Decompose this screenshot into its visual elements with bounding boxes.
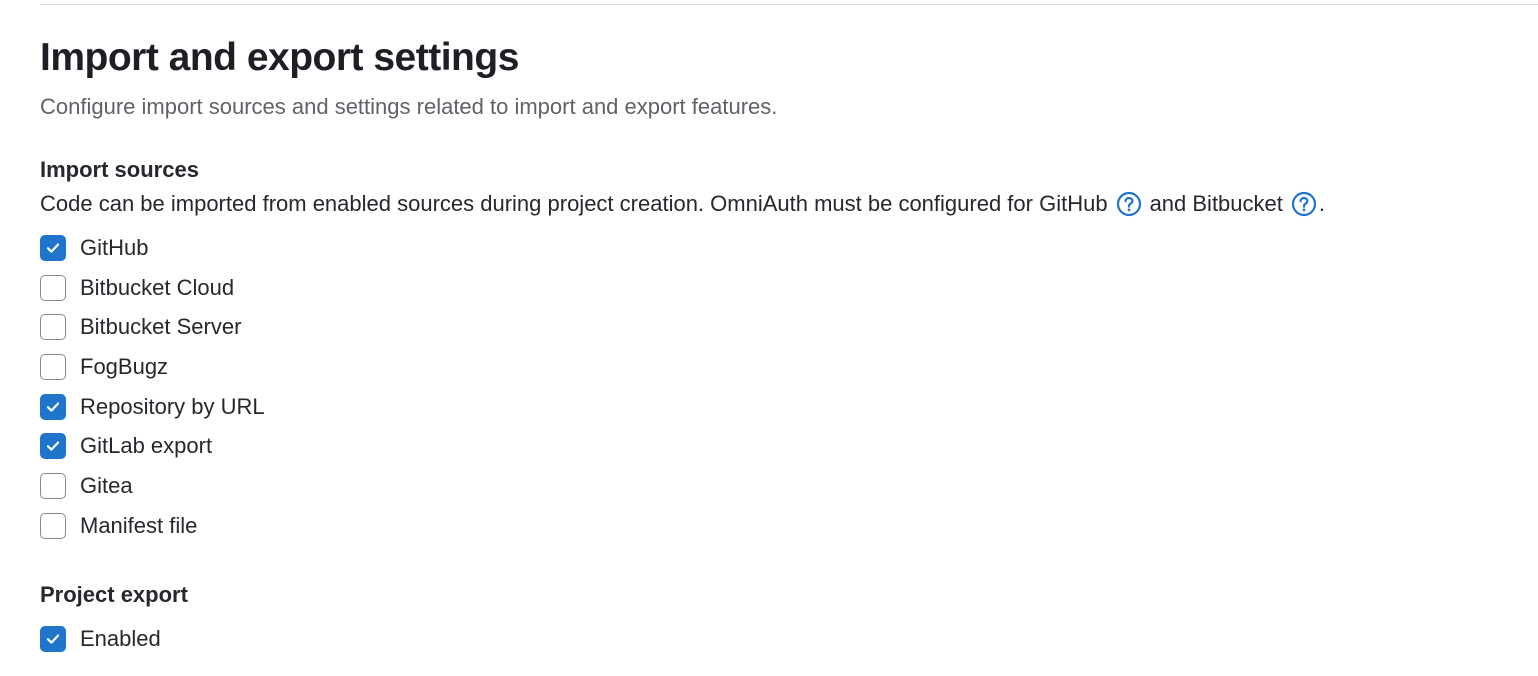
bitbucket-help-link[interactable] xyxy=(1291,191,1317,217)
bitbucket-server-checkbox[interactable] xyxy=(40,314,66,341)
check-icon xyxy=(46,243,60,253)
project-export-checkbox-list: Enabled xyxy=(40,619,161,659)
import-sources-description-middle: and Bitbucket xyxy=(1149,191,1283,216)
gitlab-export-checkbox-label: GitLab export xyxy=(80,433,213,459)
checkbox-row-bitbucket-server[interactable]: Bitbucket Server xyxy=(40,307,265,347)
bitbucket-cloud-checkbox[interactable] xyxy=(40,274,66,301)
check-icon xyxy=(46,634,60,644)
checkbox-row-gitlab-export[interactable]: GitLab export xyxy=(40,426,265,466)
repository-by-url-checkbox-label: Repository by URL xyxy=(80,393,265,419)
checkbox-row-project-export-enabled[interactable]: Enabled xyxy=(40,619,161,659)
check-icon xyxy=(46,402,60,412)
checkbox-row-bitbucket-cloud[interactable]: Bitbucket Cloud xyxy=(40,268,265,308)
fogbugz-checkbox[interactable] xyxy=(40,353,66,380)
manifest-file-checkbox[interactable] xyxy=(40,512,66,539)
question-circle-icon xyxy=(1291,191,1316,217)
question-circle-icon xyxy=(1116,191,1141,217)
repository-by-url-checkbox[interactable] xyxy=(40,393,66,420)
import-sources-description-suffix: . xyxy=(1318,191,1325,216)
section-divider xyxy=(40,4,1538,5)
checkbox-row-manifest-file[interactable]: Manifest file xyxy=(40,506,265,546)
checkbox-row-gitea[interactable]: Gitea xyxy=(40,466,265,506)
checkbox-row-github[interactable]: GitHub xyxy=(40,228,265,268)
page-description: Configure import sources and settings re… xyxy=(40,94,778,119)
github-checkbox[interactable] xyxy=(40,234,66,261)
github-checkbox-label: GitHub xyxy=(80,234,149,260)
import-sources-description-prefix: Code can be imported from enabled source… xyxy=(40,191,1108,216)
check-icon xyxy=(46,441,60,451)
gitea-checkbox-label: Gitea xyxy=(80,472,133,498)
project-export-enabled-checkbox-label: Enabled xyxy=(80,625,161,651)
import-sources-heading: Import sources xyxy=(40,157,199,182)
gitlab-export-checkbox[interactable] xyxy=(40,433,66,460)
checkbox-row-fogbugz[interactable]: FogBugz xyxy=(40,347,265,387)
github-help-link[interactable] xyxy=(1116,191,1142,217)
project-export-enabled-checkbox[interactable] xyxy=(40,625,66,652)
bitbucket-cloud-checkbox-label: Bitbucket Cloud xyxy=(80,274,235,300)
manifest-file-checkbox-label: Manifest file xyxy=(80,512,198,538)
import-sources-checkbox-list: GitHub Bitbucket Cloud Bitbucket Server … xyxy=(40,228,265,546)
project-export-heading: Project export xyxy=(40,582,188,607)
page-title: Import and export settings xyxy=(40,36,519,79)
bitbucket-server-checkbox-label: Bitbucket Server xyxy=(80,314,242,340)
import-sources-description: Code can be imported from enabled source… xyxy=(40,191,1325,217)
gitea-checkbox[interactable] xyxy=(40,472,66,499)
checkbox-row-repository-by-url[interactable]: Repository by URL xyxy=(40,387,265,427)
fogbugz-checkbox-label: FogBugz xyxy=(80,353,169,379)
